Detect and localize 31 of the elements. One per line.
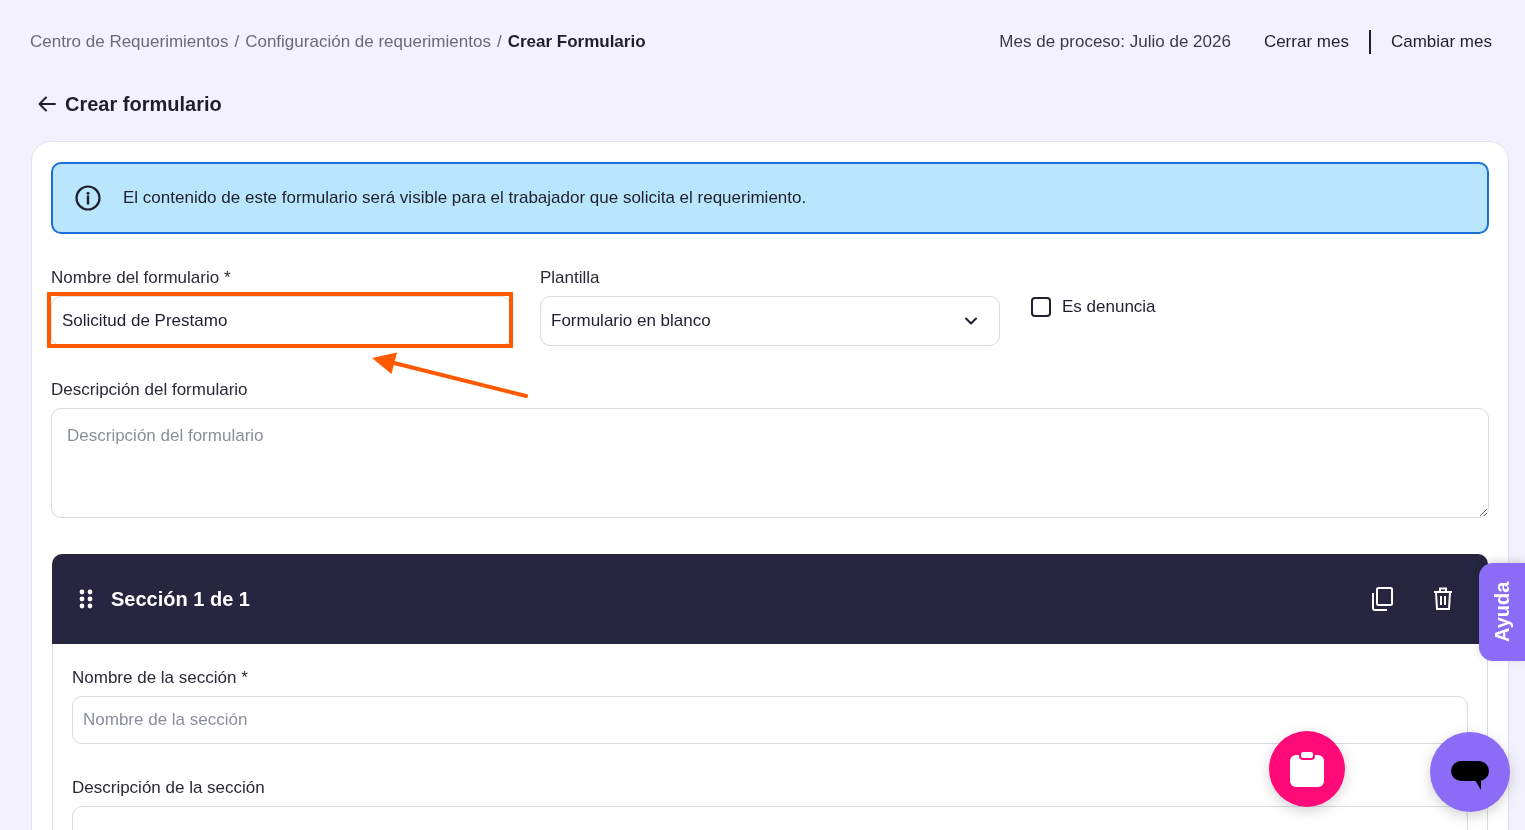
template-dropdown[interactable]: Formulario en blanco — [540, 296, 1000, 346]
clipboard-icon — [1289, 750, 1325, 788]
chat-bubble-icon — [1451, 761, 1489, 791]
description-textarea[interactable]: Descripción del formulario — [51, 408, 1489, 518]
input-field[interactable]: Solicitud de Prestamo — [51, 296, 511, 346]
checkbox-label[interactable]: Es denuncia — [1062, 297, 1156, 317]
trash-icon[interactable] — [1433, 587, 1453, 611]
checkbox[interactable] — [1031, 297, 1051, 317]
header-action-link[interactable]: Cerrar mes — [1263, 32, 1349, 52]
breadcrumb-separator: / — [496, 32, 502, 52]
info-message: El contenido de este formulario será visible para el trabajador que solicita el requerimiento. — [123, 188, 807, 208]
breadcrumb-link[interactable]: Centro de Requerimientos — [30, 32, 229, 52]
chevron-down-icon — [965, 317, 977, 325]
section-title: Sección 1 de 1 — [111, 587, 250, 611]
drag-handle-icon[interactable] — [79, 589, 93, 609]
header-action-link[interactable]: Cambiar mes — [1390, 32, 1492, 52]
input-field[interactable]: Nombre de la sección — [72, 696, 1468, 744]
copy-icon[interactable] — [1371, 587, 1393, 611]
breadcrumb-separator: / — [234, 32, 240, 52]
field-label: Nombre del formulario * — [51, 268, 231, 288]
field-label: Nombre de la sección * — [72, 668, 248, 688]
help-tab[interactable]: Ayuda — [1479, 563, 1525, 661]
info-icon — [75, 185, 101, 211]
field-label: Descripción del formulario — [51, 380, 248, 400]
page-title: Crear formulario — [65, 93, 222, 115]
process-month-text: Mes de proceso: Julio de 2026 — [999, 32, 1231, 52]
field-label: Descripción de la sección — [72, 778, 265, 798]
back-arrow-icon[interactable] — [38, 96, 56, 112]
breadcrumb-current: Crear Formulario — [507, 32, 646, 52]
breadcrumb-link[interactable]: Configuración de requerimientos — [245, 32, 491, 52]
field-label: Plantilla — [540, 268, 600, 288]
